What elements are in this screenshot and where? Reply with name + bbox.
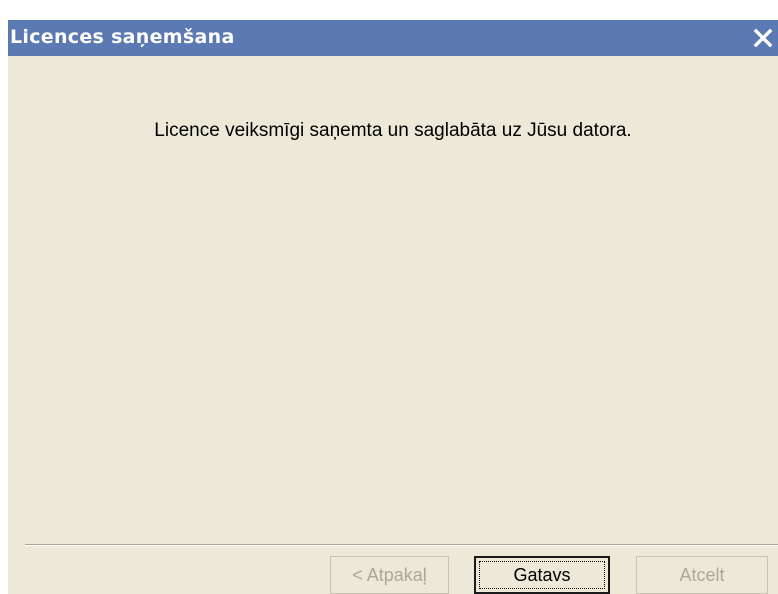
close-button[interactable] [750,24,776,52]
title-bar: Licences saņemšana [8,20,778,56]
finish-button-label: Gatavs [479,561,605,589]
back-button[interactable]: < Atpakaļ [330,556,449,594]
cancel-button[interactable]: Atcelt [636,556,768,594]
license-dialog: Licences saņemšana Licence veiksmīgi saņ… [8,20,778,594]
finish-button[interactable]: Gatavs [474,556,610,594]
close-icon [753,28,773,48]
status-message: Licence veiksmīgi saņemta un saglabāta u… [154,120,632,141]
dialog-title: Licences saņemšana [10,26,235,48]
button-separator [25,544,778,546]
